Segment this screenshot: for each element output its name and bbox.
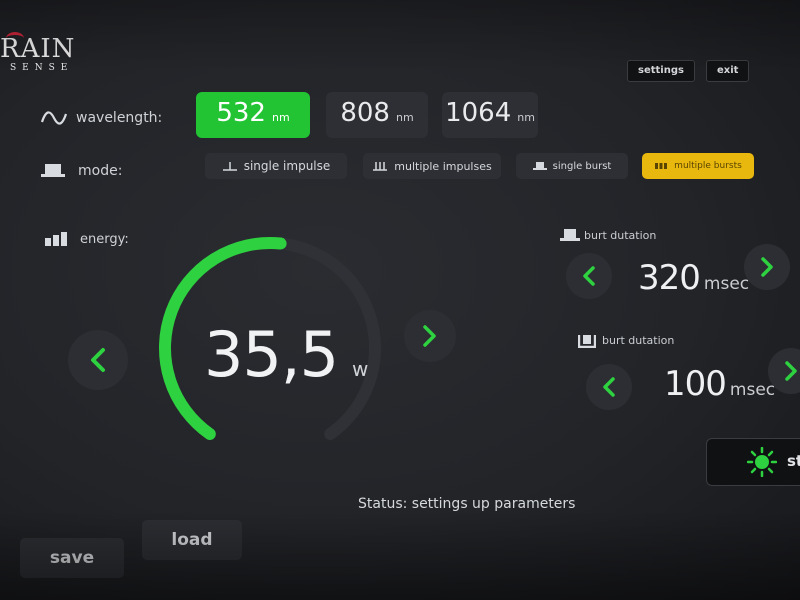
mode-label: mode: (78, 163, 123, 179)
wavelength-unit: nm (271, 111, 290, 124)
settings-button[interactable]: settings (627, 60, 695, 82)
single-burst-icon (560, 229, 580, 241)
wavelength-option-808[interactable]: 808 nm (326, 92, 428, 138)
bars-icon (45, 232, 67, 246)
exit-button[interactable]: exit (706, 60, 750, 82)
burst-duration-2-label: burt dutation (602, 334, 675, 347)
mode-multiple-impulses[interactable]: multiple impulses (363, 153, 501, 179)
wavelength-unit: nm (517, 111, 535, 124)
energy-value: 35,5 (204, 318, 339, 391)
multiple-bursts-icon (655, 163, 668, 169)
chevron-right-icon (761, 257, 773, 277)
burst-duration-1-value: 320 (638, 258, 701, 298)
single-burst-icon (532, 162, 547, 170)
energy-increase-button[interactable] (404, 310, 456, 362)
energy-label: energy: (80, 232, 129, 247)
burst-duration-2-unit: msec (729, 380, 776, 400)
wavelength-option-532[interactable]: 532 nm (196, 92, 310, 138)
burst-duration-1-increase-button[interactable] (744, 244, 790, 290)
mode-option-label: multiple impulses (394, 159, 492, 173)
burst-duration-2-decrease-button[interactable] (586, 364, 632, 410)
mode-single-impulse[interactable]: single impulse (205, 153, 347, 179)
burst-duration-2-value: 100 (664, 364, 727, 404)
status-text: Status: settings up parameters (358, 496, 576, 512)
burst-duration-1-unit: msec (703, 274, 750, 294)
sine-wave-icon (40, 111, 68, 125)
start-button[interactable]: st (706, 438, 800, 486)
multiple-impulses-icon (373, 162, 388, 171)
burst-duration-1-decrease-button[interactable] (566, 253, 612, 299)
wavelength-label: wavelength: (76, 110, 163, 126)
wavelength-option-1064[interactable]: 1064 nm (442, 92, 538, 138)
pulse-icon (41, 164, 65, 177)
single-impulse-icon (222, 162, 237, 171)
mode-option-label: single impulse (243, 159, 331, 173)
logo-name-bottom: SENSE (10, 63, 74, 73)
control-panel: RAIN SENSE settings exit wavelength: 532… (0, 0, 800, 600)
chevron-right-icon (423, 325, 436, 347)
wavelength-value: 532 (216, 98, 266, 128)
chevron-left-icon (91, 348, 105, 372)
wavelength-unit: nm (395, 111, 414, 124)
start-label: st (787, 452, 800, 470)
mode-option-label: multiple bursts (674, 161, 742, 171)
load-button[interactable]: load (142, 520, 242, 560)
energy-unit: w (352, 357, 369, 381)
chevron-right-icon (785, 361, 797, 381)
logo-arc (6, 32, 24, 45)
chevron-left-icon (603, 377, 615, 397)
mode-multiple-bursts[interactable]: multiple bursts (642, 153, 754, 179)
save-button[interactable]: save (20, 538, 124, 578)
multiple-bursts-icon (578, 335, 596, 348)
burst-duration-1-readout: 320 msec (638, 258, 749, 298)
chevron-left-icon (583, 266, 595, 286)
wavelength-value: 808 (340, 98, 390, 128)
mode-option-label: single burst (552, 160, 612, 172)
brand-logo: RAIN SENSE (0, 32, 75, 74)
energy-decrease-button[interactable] (68, 330, 128, 390)
wavelength-value: 1064 (445, 98, 512, 128)
burst-duration-2-readout: 100 msec (664, 364, 775, 404)
burst-duration-1-label: burt dutation (584, 229, 657, 242)
mode-single-burst[interactable]: single burst (516, 153, 628, 179)
energy-readout: 35,5 w (204, 318, 368, 391)
sun-icon (747, 447, 777, 477)
